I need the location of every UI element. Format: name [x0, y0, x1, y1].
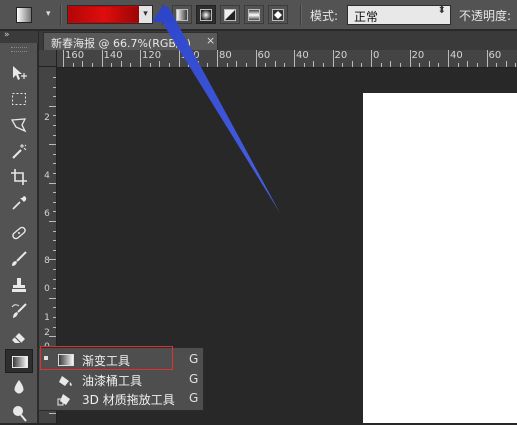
- annotation-arrow: [0, 0, 517, 423]
- annotation-arrow-head: [152, 4, 176, 22]
- annotation-arrow-shape: [157, 6, 280, 213]
